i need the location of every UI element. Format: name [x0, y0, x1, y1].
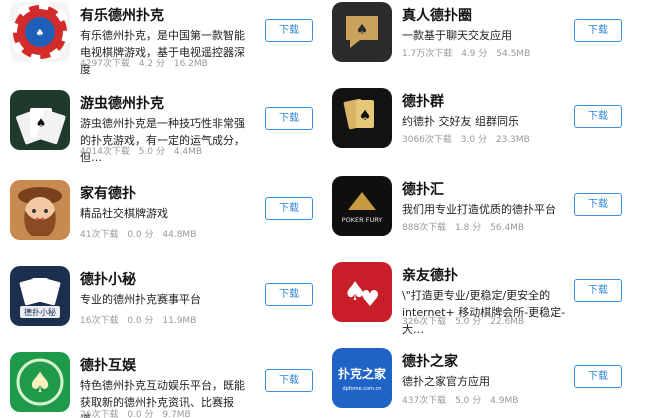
download-button[interactable]: 下载 [265, 369, 313, 392]
app-meta: 326次下载 5.0 分 22.6MB [402, 314, 530, 327]
app-meta: 3066次下载 3.0 分 23.3MB [402, 132, 536, 145]
file-size: 22.6MB [490, 317, 525, 327]
rating: 0.0 分 [127, 230, 154, 240]
app-name[interactable]: 德扑汇 [402, 179, 444, 199]
app-description: 精品社交棋牌游戏 [80, 207, 168, 220]
file-size: 16.2MB [173, 59, 208, 69]
app-name[interactable]: 家有德扑 [80, 183, 136, 203]
download-count: 3066次下载 [402, 135, 452, 145]
file-size: 23.3MB [495, 135, 530, 145]
download-button[interactable]: 下载 [574, 19, 622, 42]
rating: 4.9 分 [461, 49, 488, 59]
file-size: 54.5MB [496, 49, 531, 59]
app-meta: 16次下载 0.0 分 11.9MB [80, 313, 202, 326]
file-size: 9.7MB [162, 410, 191, 418]
app-meta: 4297次下载 4.2 分 16.2MB [80, 56, 214, 69]
gold-cards-icon: ♠ [332, 88, 392, 148]
app-name[interactable]: 德扑互娱 [80, 355, 136, 375]
poker-chip-icon: ♠ [10, 2, 70, 62]
app-item-youle-poker[interactable]: ♠ 有乐德州扑克 有乐德州扑克，是中国第一款智能电视棋牌游戏，基于电视遥控器深度… [0, 2, 330, 88]
svg-text:♠: ♠ [36, 28, 45, 39]
app-description: \"打造更专业/更稳定/更安全的internet+ 移动棋牌会所-更稳定-大… [402, 289, 566, 336]
download-button[interactable]: 下载 [265, 197, 313, 220]
app-description: 有乐德州扑克，是中国第一款智能电视棋牌游戏，基于电视遥控器深度 [80, 29, 245, 76]
icon-label: POKER FURY [342, 216, 383, 224]
file-size: 11.9MB [162, 316, 197, 326]
poker-fury-icon: POKER FURY [332, 176, 392, 236]
download-button[interactable]: 下载 [574, 193, 622, 216]
app-description: 专业的德州扑克赛事平台 [80, 293, 201, 306]
app-name[interactable]: 有乐德州扑克 [80, 5, 164, 25]
download-count: 4014次下载 [80, 147, 130, 157]
download-button[interactable]: 下载 [574, 365, 622, 388]
file-size: 4.9MB [490, 396, 519, 406]
app-name[interactable]: 真人德扑圈 [402, 5, 472, 25]
app-meta: 4014次下载 5.0 分 4.4MB [80, 144, 208, 157]
green-spade-icon: ♠ [10, 352, 70, 412]
download-button[interactable]: 下载 [265, 283, 313, 306]
app-item-depu-qun[interactable]: ♠ 德扑群 约德扑 交好友 组群同乐 3066次下载 3.0 分 23.3MB … [322, 88, 652, 174]
dpfome-logo-icon: 扑克之家 dpfome.com.cn [332, 348, 392, 408]
app-name[interactable]: 德扑之家 [402, 351, 458, 371]
app-item-qinyou-depu[interactable]: ♠ ♥ 亲友德扑 \"打造更专业/更稳定/更安全的internet+ 移动棋牌会… [322, 262, 652, 348]
app-item-depu-zhijia[interactable]: 扑克之家 dpfome.com.cn 德扑之家 德扑之家官方应用 437次下载 … [322, 348, 652, 418]
playing-cards-icon: ♠ [10, 90, 70, 150]
app-meta: 437次下载 5.0 分 4.9MB [402, 393, 524, 406]
app-item-depu-huyu[interactable]: ♠ 德扑互娱 特色德州扑克互动娱乐平台，既能获取新的德州扑克资讯、比赛报道、… … [0, 352, 330, 418]
download-button[interactable]: 下载 [265, 19, 313, 42]
file-size: 4.4MB [173, 147, 203, 157]
download-button[interactable]: 下载 [574, 105, 622, 128]
download-count: 437次下载 [402, 396, 447, 406]
download-count: 1.7万次下载 [402, 49, 453, 59]
rating: 4.2 分 [138, 59, 165, 69]
svg-text:♠: ♠ [359, 108, 372, 124]
app-item-jiayou-poker[interactable]: 家有德扑 精品社交棋牌游戏 41次下载 0.0 分 44.8MB 下载 [0, 180, 330, 266]
app-meta: 888次下载 1.8 分 56.4MB [402, 220, 530, 233]
app-name[interactable]: 德扑群 [402, 91, 444, 111]
download-button[interactable]: 下载 [574, 279, 622, 302]
rating: 3.0 分 [460, 135, 487, 145]
download-count: 888次下载 [402, 223, 447, 233]
app-name[interactable]: 亲友德扑 [402, 265, 458, 285]
app-meta: 26次下载 0.0 分 9.7MB [80, 407, 197, 418]
app-meta: 41次下载 0.0 分 44.8MB [80, 227, 202, 240]
app-description: 我们用专业打造优质的德扑平台 [402, 203, 556, 216]
svg-text:♠: ♠ [27, 366, 52, 399]
download-count: 41次下载 [80, 230, 119, 240]
rating: 0.0 分 [127, 410, 154, 418]
rating: 1.8 分 [455, 223, 482, 233]
svg-text:♠: ♠ [36, 116, 47, 130]
app-item-zhenren-depu[interactable]: ♠ 真人德扑圈 一款基于聊天交友应用 1.7万次下载 4.9 分 54.5MB … [322, 2, 652, 88]
app-meta: 1.7万次下载 4.9 分 54.5MB [402, 46, 536, 59]
app-description: 德扑之家官方应用 [402, 375, 490, 388]
dark-blue-cards-icon: 德扑小秘 [10, 266, 70, 326]
download-count: 326次下载 [402, 317, 447, 327]
cartoon-girl-icon [10, 180, 70, 240]
app-name[interactable]: 游虫德州扑克 [80, 93, 164, 113]
red-spade-heart-icon: ♠ ♥ [332, 262, 392, 322]
download-count: 4297次下载 [80, 59, 130, 69]
icon-label: 扑克之家 [338, 366, 387, 381]
app-item-youchong-poker[interactable]: ♠ 游虫德州扑克 游虫德州扑克是一种技巧性非常强的扑克游戏，有一定的运气成分，但… [0, 90, 330, 176]
rating: 0.0 分 [127, 316, 154, 326]
app-description: 约德扑 交好友 组群同乐 [402, 115, 519, 128]
icon-sublabel: dpfome.com.cn [343, 386, 382, 392]
app-description: 游虫德州扑克是一种技巧性非常强的扑克游戏，有一定的运气成分，但… [80, 117, 245, 164]
app-description: 一款基于聊天交友应用 [402, 29, 512, 42]
app-item-depu-xiaomi[interactable]: 德扑小秘 德扑小秘 专业的德州扑克赛事平台 16次下载 0.0 分 11.9MB… [0, 266, 330, 352]
rating: 5.0 分 [455, 317, 482, 327]
rating: 5.0 分 [138, 147, 165, 157]
download-count: 16次下载 [80, 316, 119, 326]
svg-text:♥: ♥ [360, 287, 380, 312]
svg-text:德扑小秘: 德扑小秘 [24, 307, 56, 317]
app-item-depu-hui[interactable]: POKER FURY 德扑汇 我们用专业打造优质的德扑平台 888次下载 1.8… [322, 176, 652, 262]
svg-text:♠: ♠ [356, 22, 369, 38]
download-count: 26次下载 [80, 410, 119, 418]
app-name[interactable]: 德扑小秘 [80, 269, 136, 289]
file-size: 56.4MB [490, 223, 525, 233]
rating: 5.0 分 [455, 396, 482, 406]
chat-bubble-icon: ♠ [332, 2, 392, 62]
file-size: 44.8MB [162, 230, 197, 240]
download-button[interactable]: 下载 [265, 107, 313, 130]
